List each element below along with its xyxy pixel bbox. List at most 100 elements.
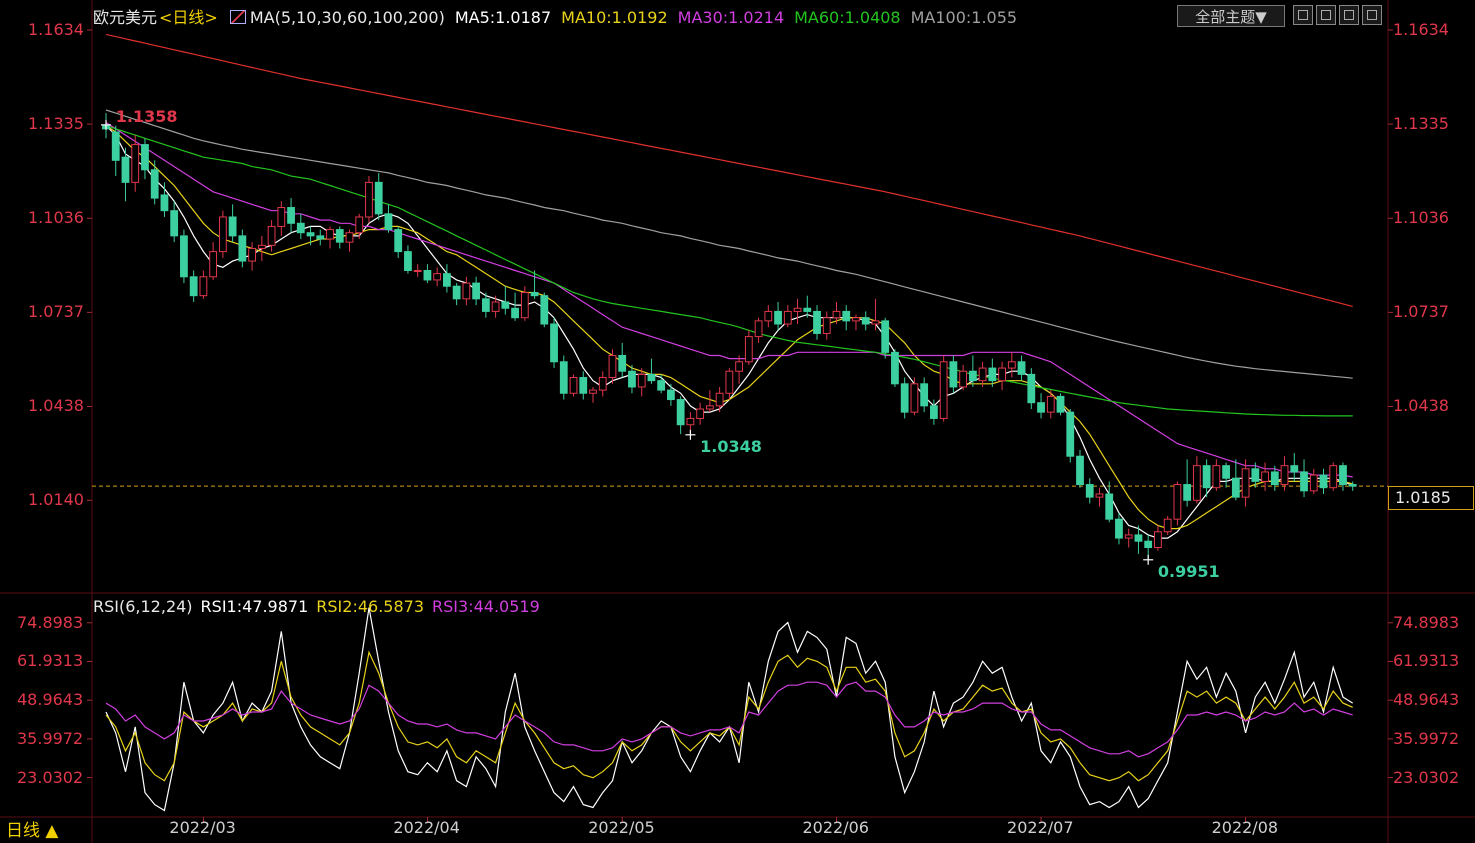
candle-up bbox=[939, 355, 948, 422]
candle-body bbox=[1339, 465, 1347, 486]
zoom-in-icon[interactable] bbox=[1316, 5, 1336, 25]
candle-body bbox=[1192, 465, 1201, 501]
candle-body bbox=[1300, 471, 1308, 492]
date-tick-label: 2022/05 bbox=[588, 818, 655, 837]
date-tick-label: 2022/03 bbox=[169, 818, 236, 837]
candle-body bbox=[774, 310, 782, 325]
candle-down bbox=[774, 301, 782, 331]
candle-body bbox=[939, 361, 948, 419]
candle-body bbox=[1173, 484, 1182, 520]
candle-up bbox=[959, 364, 968, 391]
candle-body bbox=[705, 405, 714, 410]
period-switch-button[interactable]: 日线 ▲ bbox=[6, 820, 58, 842]
candle-body bbox=[374, 181, 383, 215]
candle-body bbox=[764, 310, 773, 322]
candle-body bbox=[1066, 411, 1075, 457]
candle-down bbox=[1085, 478, 1094, 504]
candle-body bbox=[978, 367, 987, 382]
candle-body bbox=[306, 232, 315, 237]
zoom-out-icon[interactable] bbox=[1339, 5, 1359, 25]
candle-body bbox=[238, 235, 247, 262]
fit-window-icon[interactable] bbox=[1362, 5, 1382, 25]
ma100-value: MA100:1.055 bbox=[910, 8, 1018, 27]
candle-body bbox=[930, 405, 938, 419]
candle-body bbox=[1134, 534, 1143, 542]
candle-down bbox=[842, 305, 851, 331]
candle-body bbox=[501, 301, 510, 309]
candle-up bbox=[326, 226, 334, 249]
candle-body bbox=[871, 320, 880, 325]
candle-down bbox=[647, 358, 656, 384]
candle-body bbox=[1154, 531, 1162, 549]
rsi2-value: RSI2:46.5873 bbox=[316, 597, 425, 616]
candle-down bbox=[540, 292, 549, 328]
rsi-params[interactable]: RSI(6,12,24) bbox=[93, 597, 193, 616]
candle-body bbox=[1251, 468, 1260, 482]
date-tick-label: 2022/04 bbox=[393, 818, 460, 837]
candle-down bbox=[316, 229, 325, 246]
candle-body bbox=[180, 235, 188, 278]
candle-down bbox=[501, 286, 510, 315]
date-tick-label: 2022/07 bbox=[1007, 818, 1074, 837]
candle-up bbox=[764, 305, 773, 328]
candle-down bbox=[384, 204, 393, 233]
candle-up bbox=[744, 330, 753, 365]
candle-up bbox=[1329, 462, 1338, 491]
candle-down bbox=[452, 283, 461, 306]
candle-down bbox=[374, 172, 383, 221]
candle-up bbox=[277, 201, 286, 236]
candle-body bbox=[218, 216, 227, 253]
price-tick-label: 1.1634 bbox=[28, 20, 84, 39]
candle-up bbox=[257, 235, 266, 262]
rsi-tick-label: 61.9313 bbox=[1393, 651, 1460, 671]
candle-body bbox=[1212, 465, 1221, 489]
candle-body bbox=[793, 307, 802, 312]
candle-down bbox=[813, 305, 821, 340]
candle-body bbox=[404, 251, 412, 271]
rsi3-line bbox=[105, 681, 1353, 758]
chart-canvas[interactable] bbox=[0, 0, 1475, 843]
candle-down bbox=[1115, 512, 1123, 545]
rsi-lines bbox=[105, 607, 1354, 812]
price-tick-label: 1.0737 bbox=[1393, 302, 1449, 322]
candle-body bbox=[589, 389, 597, 394]
candlestick-series[interactable] bbox=[102, 113, 1357, 560]
rsi-tick-label: 23.0302 bbox=[1393, 767, 1460, 787]
candle-up bbox=[355, 213, 364, 240]
rsi-tick-label: 48.9643 bbox=[1393, 690, 1460, 710]
candle-body bbox=[628, 370, 636, 388]
candle-up bbox=[1046, 390, 1055, 419]
candle-body bbox=[822, 317, 831, 334]
candle-down bbox=[189, 270, 198, 302]
main-chart-header: 欧元美元 <日线> MA(5,10,30,60,100,200) MA5:1.0187… bbox=[93, 7, 1027, 29]
candle-body bbox=[472, 282, 481, 300]
candle-body bbox=[920, 383, 929, 407]
candle-body bbox=[1290, 465, 1299, 473]
ma-indicator-icon[interactable] bbox=[229, 10, 246, 24]
candle-body bbox=[676, 399, 685, 426]
candle-up bbox=[735, 355, 744, 384]
candle-up bbox=[793, 298, 802, 325]
candle-body bbox=[900, 383, 909, 413]
candle-body bbox=[1007, 361, 1016, 369]
candle-down bbox=[881, 317, 890, 359]
candle-body bbox=[1329, 465, 1338, 489]
symbol-name[interactable]: 欧元美元 bbox=[93, 8, 157, 27]
candle-up bbox=[978, 361, 987, 387]
chart-tool-icons bbox=[1293, 5, 1382, 25]
candle-up bbox=[598, 371, 607, 397]
rsi-header: RSI(6,12,24) RSI1:47.9871 RSI2:46.5873 RSI3… bbox=[93, 597, 548, 617]
candle-body bbox=[618, 354, 627, 372]
candle-body bbox=[491, 301, 500, 312]
candle-body bbox=[199, 276, 208, 297]
crosshair-icon[interactable] bbox=[1293, 5, 1313, 25]
candle-up bbox=[462, 276, 471, 306]
candle-down bbox=[1056, 393, 1065, 416]
theme-selector-button[interactable]: 全部主题▼ bbox=[1177, 5, 1285, 27]
candle-body bbox=[540, 295, 549, 325]
candle-body bbox=[1202, 465, 1211, 489]
candle-body bbox=[959, 370, 968, 388]
candle-up bbox=[852, 314, 860, 331]
period-tag[interactable]: <日线> bbox=[159, 8, 218, 27]
candle-down bbox=[170, 201, 179, 243]
